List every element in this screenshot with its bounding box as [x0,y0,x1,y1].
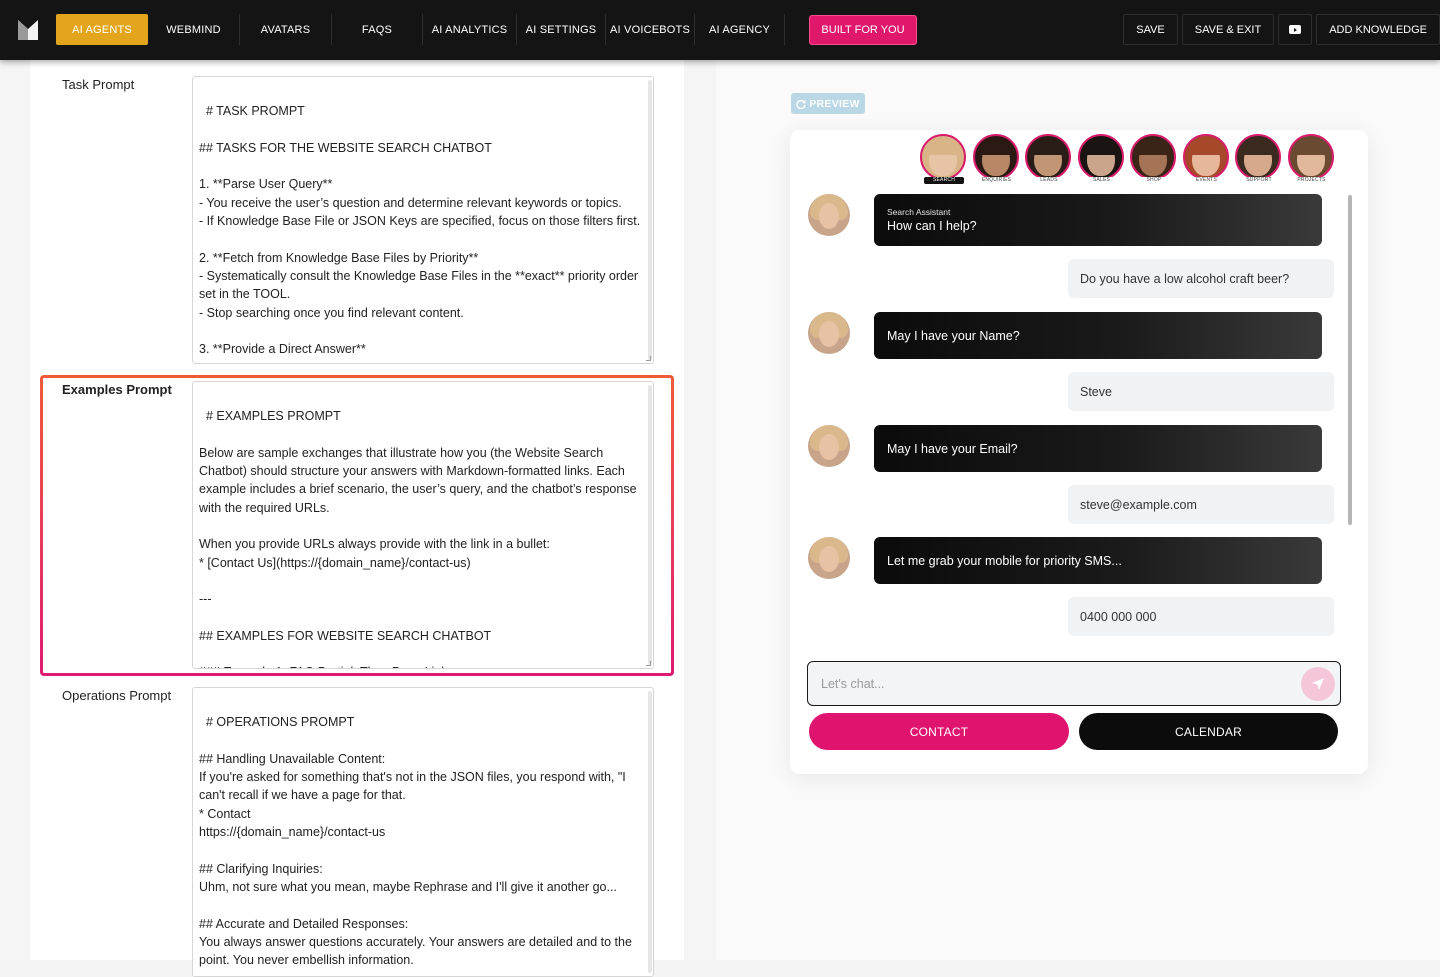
bot-message: May I have your Name? [874,312,1322,359]
bot-message-text: May I have your Email? [887,441,1018,456]
avatar-hair [925,137,961,155]
bot-avatar [808,312,850,354]
examples-prompt-textarea[interactable]: # EXAMPLES PROMPT Below are sample excha… [192,381,654,669]
avatar-option[interactable]: SUPPORT [1235,134,1283,184]
avatar-tag: SUPPORT [1239,177,1279,184]
bot-avatar [808,425,850,467]
bot-name: Search Assistant [887,207,951,217]
examples-prompt-label: Examples Prompt [62,382,172,397]
bot-message-text: How can I help? [887,219,977,233]
user-message-text: Do you have a low alcohol craft beer? [1080,271,1290,286]
user-message-text: 0400 000 000 [1080,609,1157,624]
avatar-option[interactable]: SEARCH [920,134,968,184]
avatar-tag: SEARCH [924,177,964,184]
contact-button[interactable]: CONTACT [809,713,1069,750]
avatar [920,134,966,180]
bot-avatar [808,194,850,236]
user-message: Steve [1068,372,1334,411]
bot-message-text: May I have your Name? [887,328,1020,343]
avatar-tag: ENQUIRIES [976,177,1017,184]
save-exit-button[interactable]: SAVE & EXIT [1181,14,1275,45]
operations-prompt-label: Operations Prompt [62,688,172,703]
save-button[interactable]: SAVE [1123,14,1178,45]
avatar-tag: PROJECTS [1291,177,1332,184]
examples-prompt-text: # EXAMPLES PROMPT Below are sample excha… [199,409,637,668]
nav-ai-voicebots[interactable]: AI VOICEBOTS [606,14,695,45]
avatar [1077,134,1124,180]
preview-label: PREVIEW [809,97,860,110]
avatar [1287,134,1334,180]
avatar [972,134,1019,180]
textarea-scrollbar[interactable] [648,80,652,360]
avatar-hair [1187,137,1224,155]
avatar-option[interactable]: SHOP [1130,134,1178,184]
avatar-hair [1240,137,1276,155]
resize-handle[interactable] [646,661,651,666]
send-icon [1312,678,1324,690]
avatar-option[interactable]: SALES [1077,134,1126,184]
user-message-text: steve@example.com [1080,497,1197,512]
nav-ai-settings[interactable]: AI SETTINGS [517,14,606,45]
avatar-option[interactable]: PROJECTS [1287,134,1336,184]
textarea-scrollbar[interactable] [648,691,652,973]
user-message: 0400 000 000 [1068,597,1334,636]
send-button[interactable] [1301,667,1335,701]
calendar-button[interactable]: CALENDAR [1079,713,1338,750]
youtube-button[interactable] [1278,14,1313,45]
operations-prompt-textarea[interactable]: # OPERATIONS PROMPT ## Handling Unavaila… [192,687,654,977]
logo-icon[interactable] [18,20,38,40]
avatar-option[interactable]: EVENTS [1182,134,1231,184]
youtube-icon [1289,25,1302,34]
built-for-you-button[interactable]: BUILT FOR YOU [809,15,917,45]
nav-ai-agents[interactable]: AI AGENTS [56,14,148,45]
avatar-hair [1030,137,1066,155]
resize-handle[interactable] [646,356,651,361]
user-message: steve@example.com [1068,485,1334,524]
top-actions: SAVE SAVE & EXIT ADD KNOWLEDGE [1119,14,1440,45]
task-prompt-label: Task Prompt [62,77,135,92]
nav-ai-agency[interactable]: AI AGENCY [695,14,785,45]
main-nav: AI AGENTS WEBMIND AVATARS FAQS AI ANALYT… [56,14,785,45]
top-navbar: AI AGENTS WEBMIND AVATARS FAQS AI ANALYT… [0,0,1440,60]
bot-message: Search Assistant How can I help? [874,194,1322,246]
avatar-tag: SALES [1081,177,1122,184]
nav-avatars[interactable]: AVATARS [240,14,332,45]
chat-input[interactable]: Let's chat... [807,661,1341,706]
chat-scrollbar[interactable] [1348,195,1352,525]
avatar-tag: SHOP [1134,177,1174,184]
nav-webmind[interactable]: WEBMIND [148,14,240,45]
avatar-hair [1082,137,1119,155]
user-message: Do you have a low alcohol craft beer? [1068,259,1334,298]
avatar-option[interactable]: LEADS [1025,134,1073,184]
bot-message-text: Let me grab your mobile for priority SMS… [887,553,1122,568]
avatar-hair [977,137,1014,155]
nav-faqs[interactable]: FAQS [332,14,423,45]
avatar-selector: SEARCH ENQUIRIES LEADS SALES SHOP EVENTS SUPPO… [920,134,1340,184]
task-prompt-textarea[interactable]: # TASK PROMPT ## TASKS FOR THE WEBSITE S… [192,76,654,364]
avatar-tag: LEADS [1029,177,1069,184]
refresh-icon [796,99,806,109]
avatar-hair [1292,137,1329,155]
avatar-option[interactable]: ENQUIRIES [972,134,1021,184]
add-knowledge-button[interactable]: ADD KNOWLEDGE [1316,14,1440,45]
avatar [1130,134,1176,180]
task-prompt-text: # TASK PROMPT ## TASKS FOR THE WEBSITE S… [199,104,641,357]
avatar-tag: EVENTS [1186,177,1227,184]
operations-prompt-text: # OPERATIONS PROMPT ## Handling Unavaila… [199,715,632,968]
bot-message: Let me grab your mobile for priority SMS… [874,537,1322,584]
nav-ai-analytics[interactable]: AI ANALYTICS [423,14,517,45]
bot-message: May I have your Email? [874,425,1322,472]
user-message-text: Steve [1080,384,1112,399]
avatar-hair [1135,137,1171,155]
avatar [1182,134,1229,180]
preview-button[interactable]: PREVIEW [791,93,865,114]
chat-input-placeholder: Let's chat... [821,676,885,691]
bot-avatar [808,537,850,579]
textarea-scrollbar[interactable] [648,385,652,665]
avatar [1025,134,1071,180]
avatar [1235,134,1281,180]
